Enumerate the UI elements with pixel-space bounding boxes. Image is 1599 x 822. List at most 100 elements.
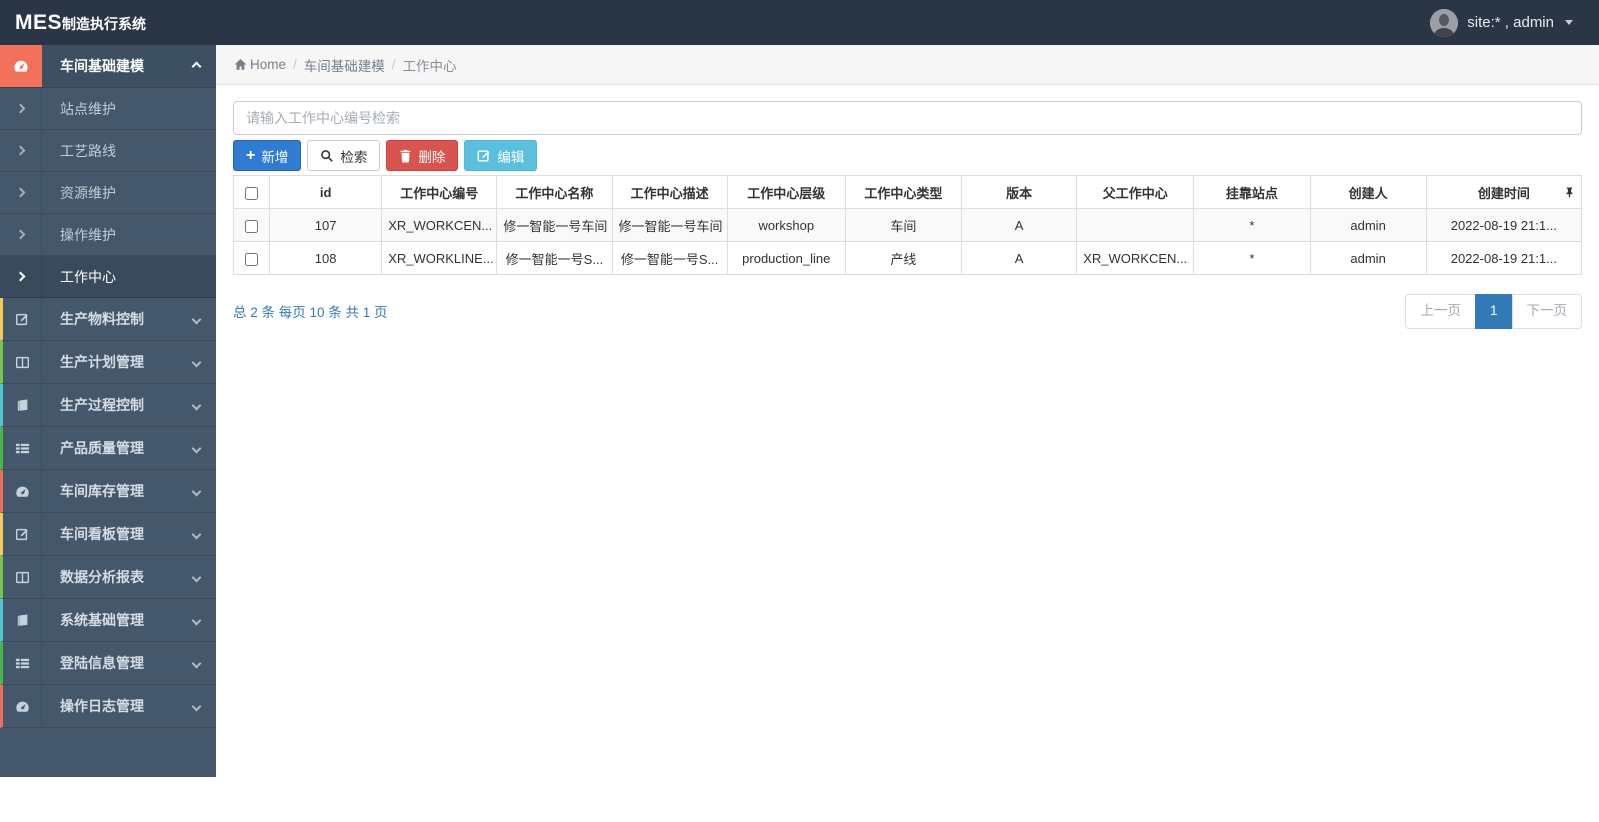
column-header-code[interactable]: 工作中心编号 <box>382 176 497 209</box>
avatar-image <box>1430 9 1458 37</box>
sidebar-group-label: 生产过程控制 <box>42 395 193 415</box>
sidebar-group-label: 数据分析报表 <box>42 567 193 587</box>
sidebar-item-work-center[interactable]: 工作中心 <box>0 256 216 298</box>
cell-desc: 修一智能一号车间 <box>612 209 727 242</box>
sidebar-group-system-management[interactable]: 系统基础管理 <box>0 599 216 642</box>
next-page-button[interactable]: 下一页 <box>1512 294 1583 329</box>
pagination-summary: 总 2 条 每页 10 条 共 1 页 <box>233 301 388 321</box>
sidebar-group-quality-management[interactable]: 产品质量管理 <box>0 427 216 470</box>
column-header-version[interactable]: 版本 <box>962 176 1077 209</box>
sidebar-group-plan-management[interactable]: 生产计划管理 <box>0 341 216 384</box>
sidebar-item-site-maintenance[interactable]: 站点维护 <box>0 88 216 130</box>
trash-icon <box>399 149 412 163</box>
list-icon <box>3 427 42 469</box>
sidebar-group-material-control[interactable]: 生产物料控制 <box>0 298 216 341</box>
columns-icon <box>3 556 42 598</box>
sidebar-group-analytics-reports[interactable]: 数据分析报表 <box>0 556 216 599</box>
search-input[interactable] <box>233 101 1582 135</box>
home-icon <box>234 58 247 71</box>
table-header-row: id 工作中心编号 工作中心名称 工作中心描述 工作中心层级 工作中心类型 版本… <box>234 176 1582 209</box>
page-1-button[interactable]: 1 <box>1475 294 1513 329</box>
cell-parent <box>1077 209 1194 242</box>
sidebar-group-label: 车间库存管理 <box>42 481 193 501</box>
chevron-right-icon <box>0 214 42 255</box>
chevron-down-icon <box>192 443 202 453</box>
sidebar-item-resource-maintenance[interactable]: 资源维护 <box>0 172 216 214</box>
add-button[interactable]: + 新增 <box>233 140 301 171</box>
column-header-name[interactable]: 工作中心名称 <box>497 176 612 209</box>
column-header-level[interactable]: 工作中心层级 <box>727 176 845 209</box>
chevron-right-icon <box>0 256 42 297</box>
gauge-icon <box>0 45 42 87</box>
cell-type: 产线 <box>845 242 961 275</box>
chevron-down-icon <box>192 615 202 625</box>
sidebar-group-label: 系统基础管理 <box>42 610 193 630</box>
chevron-down-icon <box>192 701 202 711</box>
cell-created: 2022-08-19 21:1... <box>1426 242 1581 275</box>
chevron-right-icon <box>0 172 42 213</box>
sidebar-group-operation-log-management[interactable]: 操作日志管理 <box>0 685 216 728</box>
breadcrumb-separator: / <box>293 57 297 72</box>
cell-creator: admin <box>1310 242 1426 275</box>
search-button[interactable]: 检索 <box>307 140 380 171</box>
table-row: 108 XR_WORKLINE... 修一智能一号S... 修一智能一号S...… <box>234 242 1582 275</box>
sidebar-group-inventory-management[interactable]: 车间库存管理 <box>0 470 216 513</box>
breadcrumb-level1-link[interactable]: 车间基础建模 <box>304 55 385 75</box>
sidebar-group-label: 车间看板管理 <box>42 524 193 544</box>
cell-site: * <box>1194 209 1310 242</box>
chevron-up-icon <box>192 61 202 71</box>
column-header-created[interactable]: 创建时间 <box>1426 176 1581 209</box>
row-checkbox[interactable] <box>245 253 258 266</box>
sidebar-group-process-control[interactable]: 生产过程控制 <box>0 384 216 427</box>
column-header-id[interactable]: id <box>270 176 382 209</box>
chevron-down-icon <box>192 400 202 410</box>
breadcrumb-home-link[interactable]: Home <box>234 57 286 72</box>
pager: 上一页 1 下一页 <box>1406 294 1582 329</box>
sidebar-group-label: 操作日志管理 <box>42 696 193 716</box>
cell-parent: XR_WORKCEN... <box>1077 242 1194 275</box>
gauge-icon <box>3 685 42 727</box>
chevron-down-icon <box>192 572 202 582</box>
edit-icon <box>477 149 491 163</box>
sidebar-group-workshop-modeling[interactable]: 车间基础建模 <box>0 45 216 88</box>
prev-page-button[interactable]: 上一页 <box>1405 294 1476 329</box>
chevron-down-icon <box>192 314 202 324</box>
cell-code: XR_WORKLINE... <box>382 242 497 275</box>
cell-name: 修一智能一号S... <box>497 242 612 275</box>
select-all-checkbox[interactable] <box>245 187 258 200</box>
column-header-parent[interactable]: 父工作中心 <box>1077 176 1194 209</box>
cell-version: A <box>962 209 1077 242</box>
edit-button[interactable]: 编辑 <box>464 140 537 171</box>
app-logo: MES制造执行系统 <box>0 11 146 35</box>
caret-down-icon <box>1565 20 1573 25</box>
cell-name: 修一智能一号车间 <box>497 209 612 242</box>
brand-suffix: 制造执行系统 <box>62 14 146 34</box>
cell-level: production_line <box>727 242 845 275</box>
column-header-desc[interactable]: 工作中心描述 <box>612 176 727 209</box>
sidebar-item-process-route[interactable]: 工艺路线 <box>0 130 216 172</box>
sidebar-group-kanban-management[interactable]: 车间看板管理 <box>0 513 216 556</box>
plus-icon: + <box>246 148 255 164</box>
sidebar-item-operation-maintenance[interactable]: 操作维护 <box>0 214 216 256</box>
cell-created: 2022-08-19 21:1... <box>1426 209 1581 242</box>
cell-level: workshop <box>727 209 845 242</box>
chevron-down-icon <box>192 357 202 367</box>
toolbar: + 新增 检索 删除 编辑 <box>233 140 1582 171</box>
top-navbar: MES制造执行系统 site:* , admin <box>0 0 1599 45</box>
column-header-creator[interactable]: 创建人 <box>1310 176 1426 209</box>
sidebar-item-label: 资源维护 <box>42 183 216 203</box>
column-header-type[interactable]: 工作中心类型 <box>845 176 961 209</box>
chevron-down-icon <box>192 529 202 539</box>
column-header-site[interactable]: 挂靠站点 <box>1194 176 1310 209</box>
cell-type: 车间 <box>845 209 961 242</box>
pin-icon[interactable] <box>1564 186 1575 198</box>
row-checkbox[interactable] <box>245 220 258 233</box>
pagination-bar: 总 2 条 每页 10 条 共 1 页 上一页 1 下一页 <box>233 294 1582 329</box>
delete-button[interactable]: 删除 <box>386 140 458 171</box>
user-menu[interactable]: site:* , admin <box>1430 9 1599 37</box>
user-label: site:* , admin <box>1467 14 1554 31</box>
sidebar-group-login-info-management[interactable]: 登陆信息管理 <box>0 642 216 685</box>
cell-desc: 修一智能一号S... <box>612 242 727 275</box>
content-panel: + 新增 检索 删除 编辑 <box>216 85 1599 329</box>
sidebar: 车间基础建模 站点维护 工艺路线 资源维护 操作维护 工作中心 生产物料控制 生… <box>0 45 216 777</box>
